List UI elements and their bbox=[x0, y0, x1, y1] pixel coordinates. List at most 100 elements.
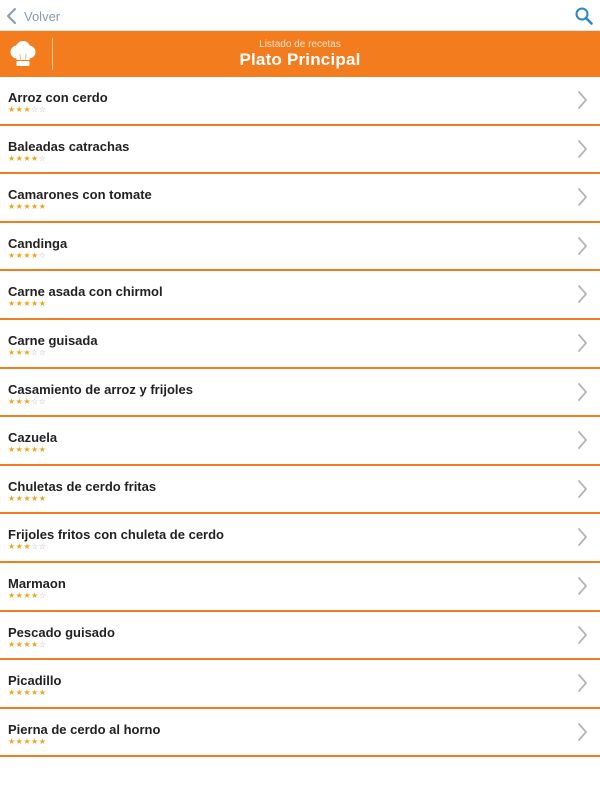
star-filled-icon: ★ bbox=[23, 493, 32, 503]
star-filled-icon: ★ bbox=[8, 299, 16, 309]
recipe-name: Pierna de cerdo al horno bbox=[8, 721, 161, 737]
chevron-right-icon bbox=[578, 236, 587, 255]
star-filled-icon: ★ bbox=[31, 153, 39, 163]
star-filled-icon: ★ bbox=[23, 688, 32, 698]
star-filled-icon: ★ bbox=[8, 250, 16, 260]
star-filled-icon: ★ bbox=[31, 639, 39, 649]
chevron-right-icon bbox=[578, 479, 587, 498]
list-item[interactable]: Cazuela ★★★★★ bbox=[0, 417, 600, 466]
recipe-name: Camarones con tomate bbox=[8, 187, 152, 203]
star-filled-icon: ★ bbox=[23, 153, 32, 163]
star-empty-icon: ☆ bbox=[31, 396, 39, 406]
chevron-right-icon bbox=[578, 285, 587, 304]
back-label: Volver bbox=[24, 8, 61, 24]
star-filled-icon: ★ bbox=[31, 590, 39, 600]
recipe-name: Pescado guisado bbox=[8, 624, 115, 640]
star-rating: ★★★☆☆ bbox=[8, 396, 47, 406]
star-rating: ★★★★★ bbox=[8, 300, 46, 308]
chevron-right-icon bbox=[578, 91, 587, 109]
star-rating: ★★★★★ bbox=[8, 203, 46, 211]
recipe-name: Carne asada con chirmol bbox=[8, 284, 163, 300]
recipe-list: Arroz con cerdo ★★★☆☆ Baleadas catrachas ★★… bbox=[0, 77, 600, 758]
search-icon[interactable] bbox=[574, 6, 594, 26]
star-filled-icon: ★ bbox=[8, 396, 16, 406]
list-item[interactable]: Camarones con tomate ★★★★★ bbox=[0, 174, 600, 223]
star-empty-icon: ☆ bbox=[38, 639, 47, 649]
star-filled-icon: ★ bbox=[31, 250, 39, 260]
star-filled-icon: ★ bbox=[8, 493, 16, 503]
list-item[interactable]: Pescado guisado ★★★★☆ bbox=[0, 611, 600, 661]
list-item[interactable]: Baleadas catrachas ★★★★☆ bbox=[0, 125, 600, 175]
back-button[interactable]: Volver bbox=[6, 5, 60, 27]
chevron-right-icon bbox=[578, 431, 587, 450]
star-filled-icon: ★ bbox=[23, 202, 32, 212]
star-empty-icon: ☆ bbox=[31, 105, 39, 114]
star-filled-icon: ★ bbox=[38, 493, 47, 503]
recipe-name: Candinga bbox=[8, 235, 68, 251]
recipe-name: Baleadas catrachas bbox=[8, 138, 130, 154]
recipe-name: Frijoles fritos con chuleta de cerdo bbox=[8, 527, 224, 543]
recipe-name: Arroz con cerdo bbox=[8, 90, 108, 105]
list-item[interactable]: Marmaon ★★★★☆ bbox=[0, 562, 600, 612]
star-filled-icon: ★ bbox=[23, 250, 32, 260]
star-filled-icon: ★ bbox=[8, 347, 16, 357]
page-title: Plato Principal bbox=[239, 50, 361, 69]
list-item[interactable]: Carne guisada ★★★☆☆ bbox=[0, 319, 600, 369]
recipe-name: Chuletas de cerdo fritas bbox=[8, 478, 157, 494]
list-item[interactable]: Picadillo ★★★★★ bbox=[0, 660, 600, 709]
list-item[interactable]: Arroz con cerdo ★★★☆☆ bbox=[0, 77, 600, 126]
star-filled-icon: ★ bbox=[8, 153, 16, 163]
list-item[interactable]: Pierna de cerdo al horno ★★★★★ bbox=[0, 708, 600, 758]
section-header: Listado de recetas Plato Principal bbox=[0, 31, 600, 77]
star-filled-icon: ★ bbox=[38, 688, 47, 698]
chevron-right-icon bbox=[578, 722, 587, 741]
star-filled-icon: ★ bbox=[31, 299, 39, 309]
star-filled-icon: ★ bbox=[31, 445, 39, 455]
star-filled-icon: ★ bbox=[38, 736, 47, 746]
star-filled-icon: ★ bbox=[23, 105, 32, 114]
star-filled-icon: ★ bbox=[38, 445, 47, 455]
recipe-name: Picadillo bbox=[8, 673, 62, 689]
chevron-right-icon bbox=[578, 577, 587, 595]
header-subtitle: Listado de recetas bbox=[259, 39, 341, 50]
recipe-name: Carne guisada bbox=[8, 332, 98, 348]
chevron-right-icon bbox=[578, 528, 587, 547]
star-rating: ★★★★★ bbox=[8, 689, 46, 697]
star-empty-icon: ☆ bbox=[38, 396, 47, 406]
star-filled-icon: ★ bbox=[8, 736, 16, 746]
star-filled-icon: ★ bbox=[8, 542, 16, 552]
star-empty-icon: ☆ bbox=[31, 542, 39, 552]
star-empty-icon: ☆ bbox=[31, 347, 39, 357]
star-rating: ★★★☆☆ bbox=[8, 106, 46, 114]
chevron-right-icon bbox=[578, 334, 587, 352]
star-filled-icon: ★ bbox=[31, 493, 39, 503]
star-rating: ★★★☆☆ bbox=[8, 543, 46, 551]
recipe-name: Marmaon bbox=[8, 575, 66, 591]
star-filled-icon: ★ bbox=[23, 542, 32, 552]
list-item[interactable]: Candinga ★★★★☆ bbox=[0, 222, 600, 272]
list-item[interactable]: Carne asada con chirmol ★★★★★ bbox=[0, 271, 600, 320]
star-rating: ★★★★☆ bbox=[8, 639, 47, 649]
star-empty-icon: ☆ bbox=[38, 542, 47, 552]
star-filled-icon: ★ bbox=[8, 639, 16, 649]
chevron-right-icon bbox=[578, 188, 587, 207]
chevron-right-icon bbox=[578, 139, 587, 158]
star-rating: ★★★★★ bbox=[8, 493, 47, 503]
star-rating: ★★★★★ bbox=[8, 446, 46, 454]
star-filled-icon: ★ bbox=[31, 736, 39, 746]
star-filled-icon: ★ bbox=[23, 590, 32, 600]
star-rating: ★★★☆☆ bbox=[8, 347, 47, 357]
star-rating: ★★★★☆ bbox=[8, 250, 46, 260]
star-filled-icon: ★ bbox=[23, 639, 32, 649]
list-item[interactable]: Frijoles fritos con chuleta de cerdo ★★★☆… bbox=[0, 514, 600, 563]
star-filled-icon: ★ bbox=[8, 688, 16, 698]
star-empty-icon: ☆ bbox=[38, 153, 47, 163]
star-filled-icon: ★ bbox=[8, 105, 16, 114]
list-item[interactable]: Casamiento de arroz y frijoles ★★★☆☆ bbox=[0, 368, 600, 418]
list-item[interactable]: Chuletas de cerdo fritas ★★★★★ bbox=[0, 465, 600, 515]
star-empty-icon: ☆ bbox=[38, 347, 47, 357]
star-rating: ★★★★★ bbox=[8, 736, 47, 746]
star-filled-icon: ★ bbox=[23, 347, 32, 357]
star-filled-icon: ★ bbox=[31, 688, 39, 698]
star-filled-icon: ★ bbox=[38, 299, 47, 309]
